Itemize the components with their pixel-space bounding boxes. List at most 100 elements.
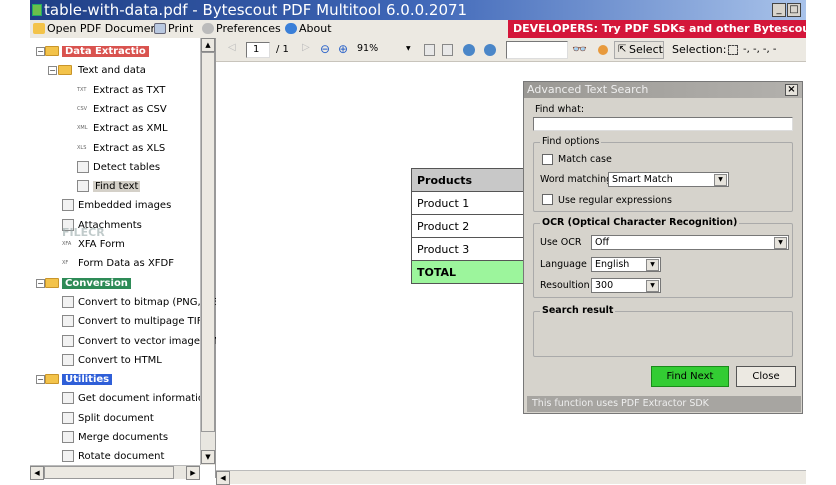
tree-item[interactable]: Convert to bitmap (PNG, JPEG,	[30, 294, 230, 311]
tree-item[interactable]: − Data Extractio	[30, 43, 200, 60]
tree-item[interactable]: Find text	[30, 178, 200, 195]
tree-item[interactable]: XFA XFA Form	[30, 236, 200, 253]
tree-item[interactable]: Embedded images	[30, 197, 200, 214]
collapse-icon[interactable]: −	[36, 375, 45, 385]
tree-item[interactable]: Convert to HTML	[30, 352, 200, 369]
tree-item[interactable]: CSV Extract as CSV	[30, 101, 200, 118]
page-number-input[interactable]: 1	[246, 42, 270, 58]
dialog-close-button[interactable]: ×	[785, 84, 798, 96]
match-case-label: Match case	[558, 154, 612, 165]
doc-scroll-left-button[interactable]: ◀	[216, 471, 230, 485]
about-button[interactable]: About	[285, 22, 332, 36]
tree-item[interactable]: Rotate document	[30, 448, 200, 465]
tree-horizontal-scrollbar[interactable]: ◀ ▶	[30, 465, 200, 480]
preferences-button[interactable]: Preferences	[202, 22, 281, 36]
tree-item-label: Extract as XLS	[93, 142, 166, 154]
match-case-checkbox[interactable]	[542, 154, 553, 165]
tree-item[interactable]: − Text and data	[30, 62, 200, 79]
table-row: Product 2	[411, 214, 525, 238]
tiff-icon	[62, 315, 74, 328]
html-icon	[62, 353, 74, 366]
folder-icon	[45, 277, 59, 288]
collapse-icon[interactable]: −	[48, 66, 57, 76]
zoom-select[interactable]: 91% ▼	[354, 42, 416, 58]
tree-item[interactable]: Merge documents	[30, 429, 200, 446]
tree-item[interactable]: XF Form Data as XFDF	[30, 255, 200, 272]
tree-item[interactable]: Get document information	[30, 390, 210, 407]
tree-item[interactable]: Convert to vector image (EMF)	[30, 333, 232, 350]
maximize-button[interactable]: □	[787, 3, 801, 17]
scroll-right-button[interactable]: ▶	[186, 466, 200, 480]
tree-item[interactable]: TXT Extract as TXT	[30, 82, 200, 99]
table-header: Products	[411, 168, 525, 192]
tree-item[interactable]: XLS Extract as XLS	[30, 140, 200, 157]
hscroll-thumb[interactable]	[44, 466, 174, 479]
word-matching-select[interactable]: Smart Match ▼	[608, 172, 729, 187]
printer-icon	[154, 23, 166, 34]
scroll-up-button[interactable]: ▲	[201, 38, 215, 52]
language-select[interactable]: English ▼	[591, 257, 661, 272]
chevron-down-icon: ▼	[774, 237, 787, 249]
tree-item[interactable]: Detect tables	[30, 159, 200, 176]
open-pdf-button[interactable]: Open PDF Document	[33, 22, 162, 36]
about-label: About	[299, 22, 332, 35]
tree-item-label: Detect tables	[93, 161, 161, 173]
scroll-thumb[interactable]	[201, 52, 215, 432]
find-next-button[interactable]: Find Next	[651, 366, 729, 387]
tree-item[interactable]: Split document	[30, 410, 200, 427]
find-what-input[interactable]	[533, 117, 793, 131]
page-total: / 1	[276, 44, 289, 55]
tree-item[interactable]: Convert to multipage TIFF	[30, 313, 208, 330]
tree-item-label: Rotate document	[78, 451, 165, 463]
regex-checkbox[interactable]	[542, 194, 553, 205]
tree-item-label: Split document	[78, 412, 154, 424]
split-icon	[62, 411, 74, 424]
binoculars-icon	[77, 180, 89, 193]
dialog-title-bar[interactable]: Advanced Text Search	[524, 82, 802, 98]
scroll-left-button[interactable]: ◀	[30, 466, 44, 480]
use-ocr-value: Off	[595, 237, 610, 248]
binoculars-icon[interactable]: 👓	[572, 42, 587, 58]
tree-item[interactable]: Attachments	[30, 217, 200, 234]
search-input[interactable]	[506, 41, 568, 59]
zoom-out-icon[interactable]: ⊖	[320, 42, 330, 58]
fit-page-icon[interactable]	[424, 44, 435, 56]
use-ocr-select[interactable]: Off ▼	[591, 235, 789, 250]
tree-item[interactable]: XML Extract as XML	[30, 120, 200, 137]
emf-icon	[62, 334, 74, 347]
word-matching-label: Word matching	[540, 174, 613, 185]
minimize-button[interactable]: _	[772, 3, 786, 17]
tree-item-label: Find text	[93, 181, 141, 193]
fit-width-icon[interactable]	[442, 44, 453, 56]
tree-item[interactable]: − Conversion	[30, 275, 200, 292]
folder-icon	[45, 46, 59, 56]
preferences-label: Preferences	[216, 22, 281, 35]
rotate-right-icon[interactable]	[484, 44, 496, 56]
cursor-icon: ⇱	[618, 44, 627, 55]
collapse-icon[interactable]: −	[36, 47, 45, 56]
document-horizontal-scrollbar[interactable]: ◀	[216, 470, 806, 485]
print-button[interactable]: Print	[154, 22, 193, 36]
zoom-in-icon[interactable]: ⊕	[338, 42, 348, 58]
tree-vertical-scrollbar[interactable]: ▲ ▼	[200, 38, 215, 465]
prev-page-icon[interactable]: ◁	[228, 42, 240, 58]
image-icon	[62, 199, 74, 212]
tree-item[interactable]: − Utilities	[30, 371, 200, 388]
developers-banner[interactable]: DEVELOPERS: Try PDF SDKs and other Bytes…	[508, 20, 806, 38]
resolution-label: Resoultion	[540, 280, 590, 291]
open-label: Open PDF Document	[47, 22, 162, 35]
find-what-label: Find what:	[535, 104, 585, 115]
rotate-left-icon[interactable]	[463, 44, 475, 56]
resolution-select[interactable]: 300 ▼	[591, 278, 661, 293]
tree-item-label: Data Extractio	[62, 46, 149, 57]
find-options-group: Find options Match case Word matching Sm…	[533, 136, 793, 212]
close-button[interactable]: Close	[736, 366, 796, 387]
next-page-icon[interactable]: ▷	[302, 42, 314, 58]
app-icon	[32, 4, 42, 16]
select-button[interactable]: ⇱ Select	[614, 41, 664, 59]
bitmap-icon	[62, 295, 74, 308]
scroll-down-button[interactable]: ▼	[201, 450, 215, 464]
collapse-icon[interactable]: −	[36, 278, 45, 288]
hand-icon[interactable]	[598, 45, 608, 55]
tools-tree: − Data Extractio − Text and data TXT Extract …	[30, 38, 232, 478]
